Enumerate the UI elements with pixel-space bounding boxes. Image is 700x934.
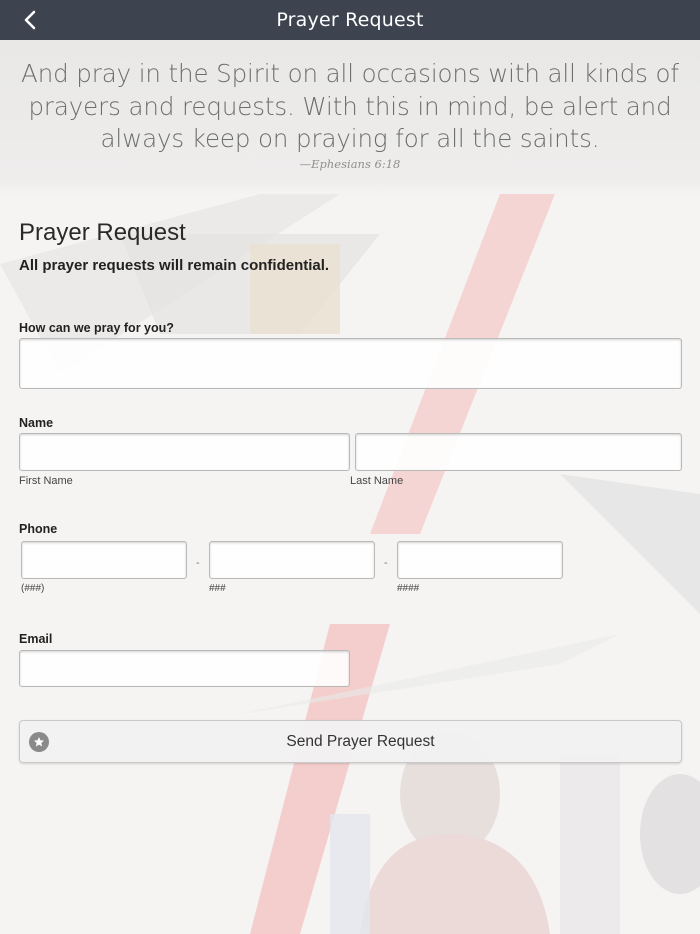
- scripture-reference: —Ephesians 6:18: [299, 157, 401, 171]
- phone-area-code-hint: (###): [21, 583, 45, 594]
- phone-separator: -: [384, 557, 388, 569]
- first-name-input[interactable]: [19, 433, 350, 471]
- first-name-label: First Name: [19, 475, 73, 487]
- email-label: Email: [19, 632, 53, 646]
- email-input[interactable]: [19, 650, 350, 687]
- prayer-label: How can we pray for you?: [19, 321, 174, 335]
- navigation-bar: Prayer Request: [0, 0, 700, 40]
- phone-prefix-input[interactable]: [209, 541, 375, 579]
- phone-area-code-input[interactable]: [21, 541, 187, 579]
- prayer-request-input[interactable]: [19, 338, 682, 389]
- confidential-notice: All prayer requests will remain confiden…: [19, 257, 330, 274]
- scripture-quote: And pray in the Spirit on all occasions …: [21, 59, 679, 153]
- phone-line-number-hint: ####: [397, 583, 420, 594]
- send-prayer-request-button[interactable]: Send Prayer Request: [19, 720, 682, 763]
- last-name-label: Last Name: [350, 475, 404, 487]
- phone-line-number-input[interactable]: [397, 541, 563, 579]
- page-title: Prayer Request: [276, 9, 424, 31]
- phone-separator: -: [196, 557, 200, 569]
- phone-prefix-hint: ###: [209, 583, 226, 594]
- name-label: Name: [19, 416, 54, 430]
- send-button-label: Send Prayer Request: [286, 733, 435, 750]
- last-name-input[interactable]: [355, 433, 682, 471]
- scripture-banner: And pray in the Spirit on all occasions …: [0, 40, 700, 194]
- form-title: Prayer Request: [19, 219, 186, 246]
- phone-label: Phone: [19, 522, 58, 536]
